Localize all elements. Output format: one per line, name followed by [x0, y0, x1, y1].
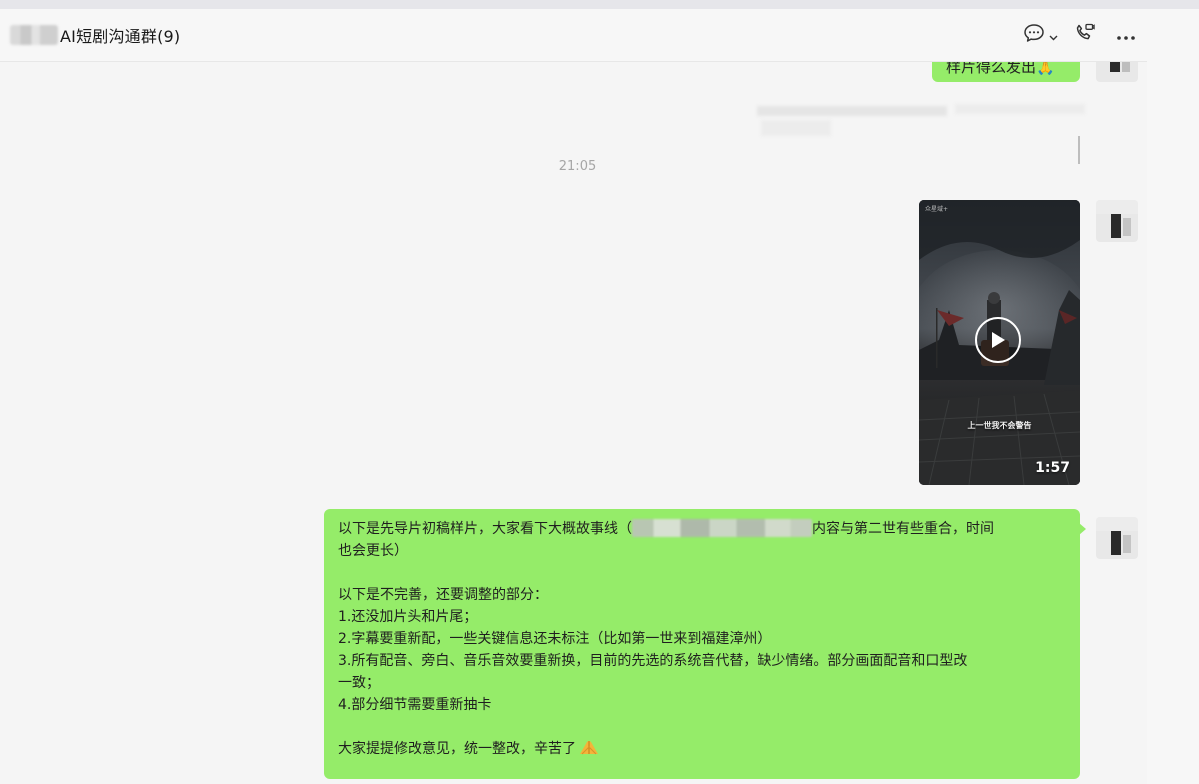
redacted-text [632, 519, 812, 537]
more-button[interactable] [1105, 21, 1147, 49]
call-button[interactable] [1063, 21, 1105, 49]
play-icon[interactable] [975, 317, 1021, 363]
window-top-strip [0, 0, 1199, 9]
chat-window: AI短剧沟通群(9) 样片得么发出🙏 21:05 众星域+ 上一世我不会警告 1… [0, 9, 1147, 784]
message-line: 3.所有配音、旁白、音乐音效要重新换，目前的先选的系统音代替，缺少情绪。部分画面… [338, 653, 968, 669]
right-gutter [1147, 9, 1199, 784]
message-list[interactable]: 样片得么发出🙏 21:05 众星域+ 上一世我不会警告 1:57 以下是先导片初… [0, 62, 1147, 784]
folded-hands-icon [578, 738, 600, 763]
video-message[interactable]: 众星域+ 上一世我不会警告 1:57 [919, 200, 1080, 485]
chat-options-button[interactable] [1017, 21, 1063, 49]
header-actions [1017, 21, 1147, 49]
message-line: 1.还没加片头和片尾； [338, 609, 478, 625]
video-watermark: 众星域+ [925, 206, 949, 213]
avatar[interactable] [1096, 62, 1138, 82]
message-line: 以下是先导片初稿样片，大家看下大概故事线（ 内容与第二世有些重合，时间 [338, 519, 994, 537]
message-bubble[interactable]: 以下是先导片初稿样片，大家看下大概故事线（ 内容与第二世有些重合，时间 也会更长）… [324, 509, 1086, 779]
phone-icon [1073, 22, 1095, 48]
chat-title-area: AI短剧沟通群(9) [10, 23, 180, 47]
message-line: 2.字幕要重新配，一些关键信息还未标注（比如第一世来到福建漳州） [338, 631, 772, 647]
chat-header: AI短剧沟通群(9) [0, 9, 1147, 62]
redacted-quote [757, 96, 1087, 164]
chat-title: AI短剧沟通群(9) [60, 27, 181, 46]
message-line: 也会更长） [338, 543, 408, 559]
avatar[interactable] [1096, 517, 1138, 559]
video-duration: 1:57 [1035, 460, 1070, 476]
timestamp: 21:05 [558, 159, 597, 174]
video-subtitle: 上一世我不会警告 [967, 421, 1032, 430]
chat-bubble-icon [1023, 23, 1045, 47]
message-line: 4.部分细节需要重新抽卡 [338, 697, 492, 713]
message-line: 大家提提修改意见，统一整改，辛苦了 [338, 738, 1066, 763]
more-icon [1116, 26, 1136, 45]
chevron-down-icon [1049, 26, 1058, 45]
message-text-partial: 样片得么发出🙏 [946, 62, 1055, 76]
redacted-group-name-prefix [10, 25, 58, 45]
message-line: 以下是不完善，还要调整的部分： [338, 587, 548, 603]
message-line: 一致； [338, 675, 380, 691]
avatar[interactable] [1096, 200, 1138, 242]
